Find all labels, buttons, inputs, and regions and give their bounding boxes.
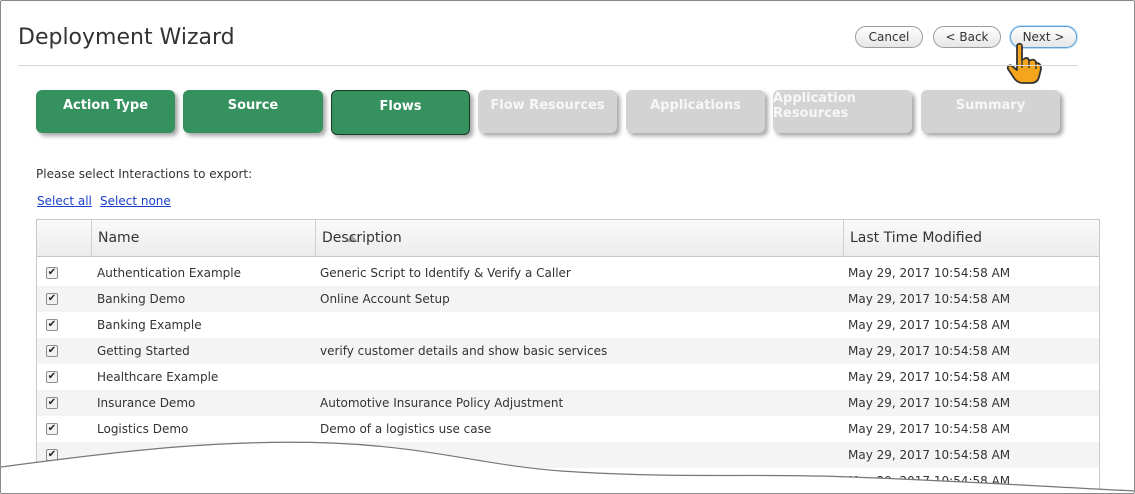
- cell-description: Automotive Insurance Policy Adjustment: [320, 396, 564, 410]
- row-checkbox[interactable]: ✔: [46, 397, 58, 409]
- step-label: Source: [227, 98, 279, 113]
- table-row[interactable]: ✔ Getting Started verify customer details …: [37, 338, 1099, 364]
- cell-description: Generic Script to Identify & Verify a Ca…: [320, 266, 571, 280]
- table-header: Name Description Last Time Modified: [37, 220, 1099, 257]
- table-row[interactable]: ✔ Authentication Example Generic Script to…: [37, 260, 1099, 286]
- cell-description: Online Account Setup: [320, 292, 450, 306]
- page-title: Deployment Wizard: [18, 25, 235, 50]
- step-summary[interactable]: Summary: [921, 90, 1060, 133]
- cell-name: Banking Example: [97, 318, 202, 332]
- header-divider: [18, 65, 1078, 66]
- cell-last-modified: May 29, 2017 10:54:58 AM: [848, 344, 1011, 358]
- column-label: Last Time Modified: [850, 230, 983, 246]
- cell-description: [320, 364, 840, 390]
- column-header-last-modified[interactable]: Last Time Modified: [843, 220, 1099, 256]
- instruction-text: Please select Interactions to export:: [36, 167, 253, 181]
- table-row[interactable]: ✔ Insurance Demo Automotive Insurance Poli…: [37, 390, 1099, 416]
- column-header-name[interactable]: Name: [91, 220, 358, 256]
- cell-name: Healthcare Example: [97, 370, 219, 384]
- cell-description: verify customer details and show basic s…: [320, 344, 608, 358]
- row-checkbox[interactable]: ✔: [46, 371, 58, 383]
- cell-last-modified: May 29, 2017 10:54:58 AM: [848, 396, 1011, 410]
- cancel-button[interactable]: Cancel: [855, 26, 923, 48]
- row-checkbox[interactable]: ✔: [46, 293, 58, 305]
- step-label: Flows: [379, 99, 422, 114]
- cell-description: [320, 312, 840, 338]
- step-action-type[interactable]: Action Type: [36, 90, 175, 133]
- step-application-resources[interactable]: Application Resources: [773, 90, 912, 133]
- select-all-link[interactable]: Select all: [37, 194, 92, 208]
- column-header-description[interactable]: Description: [315, 220, 843, 256]
- cell-name: Getting Started: [97, 344, 190, 358]
- wizard-window: Deployment Wizard Cancel < Back Next > A…: [0, 0, 1135, 494]
- hand-pointer-icon: [1006, 42, 1042, 84]
- back-button[interactable]: < Back: [933, 26, 1001, 48]
- row-checkbox[interactable]: ✔: [46, 345, 58, 357]
- step-label: Application Resources: [773, 90, 856, 121]
- select-none-link[interactable]: Select none: [100, 194, 171, 208]
- table-row[interactable]: ✔ Banking Demo Online Account Setup May 29,…: [37, 286, 1099, 312]
- cell-last-modified: May 29, 2017 10:54:58 AM: [848, 292, 1011, 306]
- cell-last-modified: May 29, 2017 10:54:58 AM: [848, 370, 1011, 384]
- cell-name: Authentication Example: [97, 266, 241, 280]
- step-flows[interactable]: Flows: [331, 90, 470, 135]
- step-label: Summary: [955, 98, 1026, 113]
- column-label: Description: [322, 230, 402, 246]
- step-label: Flow Resources: [490, 98, 605, 113]
- step-source[interactable]: Source: [183, 90, 323, 133]
- torn-edge-decoration: [1, 441, 1134, 493]
- cell-name: Banking Demo: [97, 292, 186, 306]
- cell-last-modified: May 29, 2017 10:54:58 AM: [848, 266, 1011, 280]
- table-row[interactable]: ✔ Banking Example May 29, 2017 10:54:58 AM: [37, 312, 1099, 338]
- table-row[interactable]: ✔ Healthcare Example May 29, 2017 10:54:58…: [37, 364, 1099, 390]
- step-label: Applications: [650, 98, 741, 113]
- cell-last-modified: May 29, 2017 10:54:58 AM: [848, 318, 1011, 332]
- row-checkbox[interactable]: ✔: [46, 267, 58, 279]
- cell-name: Insurance Demo: [97, 396, 196, 410]
- step-flow-resources[interactable]: Flow Resources: [478, 90, 617, 133]
- step-label: Action Type: [62, 98, 149, 113]
- column-label: Name: [98, 230, 140, 246]
- step-applications[interactable]: Applications: [626, 90, 765, 133]
- row-checkbox[interactable]: ✔: [46, 319, 58, 331]
